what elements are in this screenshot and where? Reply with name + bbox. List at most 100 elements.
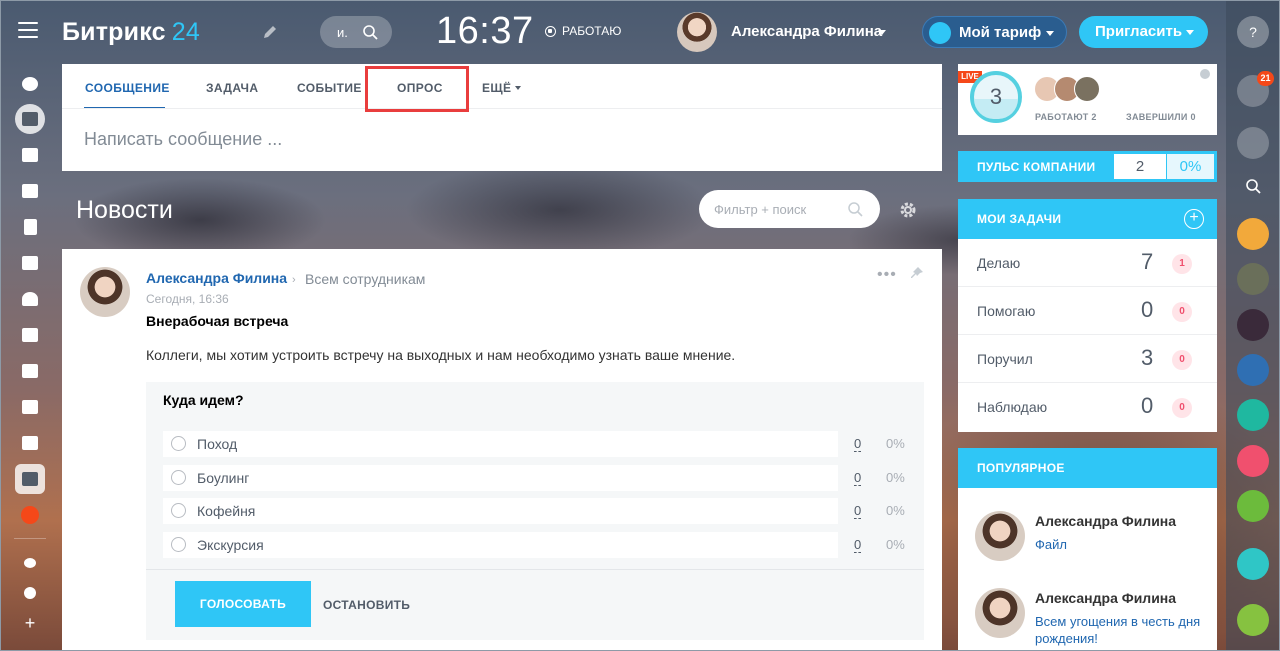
bell-icon[interactable]: 21 [1237, 71, 1274, 107]
popular-link[interactable]: Файл [1035, 536, 1211, 553]
poll-option[interactable]: Экскурсия [163, 532, 838, 558]
user-name[interactable]: Александра Филина [731, 23, 882, 40]
phone-transfer-icon[interactable] [1237, 548, 1269, 580]
live-counter-widget[interactable]: LIVE 3 РАБОТАЮТ 2 ЗАВЕРШИЛИ 0 [958, 64, 1217, 135]
poll-option[interactable]: Кофейня [163, 498, 838, 524]
avatar[interactable] [975, 588, 1025, 638]
poll-option[interactable]: Поход [163, 431, 838, 457]
avatar[interactable] [1237, 218, 1269, 250]
gear-icon[interactable] [898, 200, 918, 220]
avatar[interactable] [1237, 263, 1269, 295]
poll: Куда идем? Поход 0 0% Боулинг 0 0% Кофей… [146, 382, 924, 640]
pencil-icon[interactable] [262, 24, 278, 40]
feed-post: Александра Филина › Всем сотрудникам Сег… [62, 249, 942, 651]
tariff-button[interactable]: Мой тариф [922, 16, 1067, 48]
invite-button[interactable]: Пригласить [1079, 16, 1208, 48]
group-chat-icon[interactable] [1237, 354, 1269, 386]
more-icon[interactable]: ••• [877, 266, 897, 284]
my-tasks-header[interactable]: МОИ ЗАДАЧИ + [958, 199, 1217, 239]
header-search[interactable]: и. [320, 16, 392, 48]
help-icon[interactable]: ? [1237, 16, 1269, 48]
poll-option-percent: 0% [886, 503, 905, 518]
work-status-button[interactable]: РАБОТАЮ [545, 24, 621, 38]
tab-event[interactable]: СОБЫТИЕ [297, 81, 362, 95]
sidebar-item-calendar[interactable] [15, 140, 45, 170]
chevron-down-icon [515, 86, 521, 90]
group-icon[interactable] [1237, 399, 1269, 431]
sidebar-item-chat[interactable] [15, 176, 45, 206]
tab-message[interactable]: СООБЩЕНИЕ [85, 81, 170, 95]
sidebar-item-contacts[interactable] [15, 392, 45, 422]
sidebar-item-sites[interactable] [15, 356, 45, 386]
vote-button[interactable]: ГОЛОСОВАТЬ [175, 581, 311, 627]
my-tasks-list: Делаю 7 1 Помогаю 0 0 Поручил 3 0 Наблюд… [958, 239, 1217, 432]
sidebar-item-structure[interactable] [15, 548, 45, 578]
post-title: Внерабочая встреча [146, 313, 289, 329]
poll-option-count[interactable]: 0 [854, 503, 862, 519]
post-recipients[interactable]: Всем сотрудникам [305, 271, 425, 287]
radio-button[interactable] [171, 537, 186, 552]
poll-question: Куда идем? [163, 392, 244, 408]
avatar[interactable] [677, 12, 717, 52]
post-time[interactable]: Сегодня, 16:36 [146, 292, 229, 306]
add-task-icon[interactable]: + [1184, 209, 1204, 229]
popular-author[interactable]: Александра Филина [1035, 590, 1176, 606]
sidebar-item-mail[interactable] [15, 320, 45, 350]
stop-poll-button[interactable]: ОСТАНОВИТЬ [323, 598, 410, 612]
task-row-doing[interactable]: Делаю 7 1 [958, 239, 1217, 287]
left-menu: + [0, 64, 60, 651]
poll-option-count[interactable]: 0 [854, 537, 862, 553]
sidebar-item-groups[interactable] [15, 284, 45, 314]
sidebar-item-settings[interactable] [15, 578, 45, 608]
message-input[interactable]: Написать сообщение ... [84, 129, 282, 150]
phone-icon[interactable] [1237, 604, 1269, 636]
poll-option[interactable]: Боулинг [163, 465, 838, 491]
company-pulse[interactable]: ПУЛЬС КОМПАНИИ 2 0% [958, 151, 1217, 182]
menu-icon[interactable] [18, 22, 38, 38]
poll-option-count[interactable]: 0 [854, 436, 862, 452]
task-badge: 0 [1172, 350, 1192, 370]
group-icon[interactable] [1237, 445, 1269, 477]
chevron-right-icon: › [292, 274, 296, 286]
messages-icon[interactable] [1237, 127, 1269, 159]
popular-link[interactable]: Всем угощения в честь дня рождения! [1035, 613, 1211, 647]
avatar[interactable] [1237, 309, 1269, 341]
group-icon [22, 292, 38, 306]
tab-task[interactable]: ЗАДАЧА [206, 81, 258, 95]
post-author[interactable]: Александра Филина [146, 270, 287, 286]
radio-button[interactable] [171, 436, 186, 451]
sidebar-item-docs[interactable] [15, 212, 45, 242]
group-icon[interactable] [1237, 490, 1269, 522]
sidebar-item-add[interactable]: + [15, 608, 45, 638]
avatar[interactable] [80, 267, 130, 317]
task-row-helping[interactable]: Помогаю 0 0 [958, 287, 1217, 335]
logo[interactable]: Битрикс 24 [62, 18, 200, 47]
popular-author[interactable]: Александра Филина [1035, 513, 1176, 529]
search-icon [848, 202, 863, 217]
sidebar-item-more[interactable] [15, 500, 45, 530]
calendar-icon [22, 148, 38, 162]
chevron-down-icon[interactable] [878, 30, 886, 35]
sidebar-item-stream[interactable] [15, 69, 45, 99]
pin-icon[interactable] [910, 266, 924, 280]
filter-search-input[interactable]: Фильтр + поиск [699, 190, 880, 228]
window-icon [22, 328, 38, 342]
avatar[interactable] [975, 511, 1025, 561]
radio-button[interactable] [171, 470, 186, 485]
notifications-badge: 21 [1257, 71, 1274, 86]
sidebar-item-market[interactable] [15, 428, 45, 458]
radio-button[interactable] [171, 503, 186, 518]
avatar[interactable] [1074, 76, 1100, 102]
sidebar-item-drive[interactable] [15, 248, 45, 278]
drive-icon [22, 256, 38, 270]
task-row-assigned[interactable]: Поручил 3 0 [958, 335, 1217, 383]
poll-option-count[interactable]: 0 [854, 470, 862, 486]
tab-more[interactable]: ЕЩЁ [482, 81, 511, 95]
sidebar-item-store[interactable] [15, 464, 45, 494]
sidebar-item-news[interactable] [15, 104, 45, 134]
task-row-watching[interactable]: Наблюдаю 0 0 [958, 383, 1217, 431]
stop-icon [545, 25, 556, 37]
search-icon[interactable] [1237, 170, 1269, 202]
help-icon[interactable] [1200, 69, 1210, 79]
structure-icon [24, 558, 36, 568]
